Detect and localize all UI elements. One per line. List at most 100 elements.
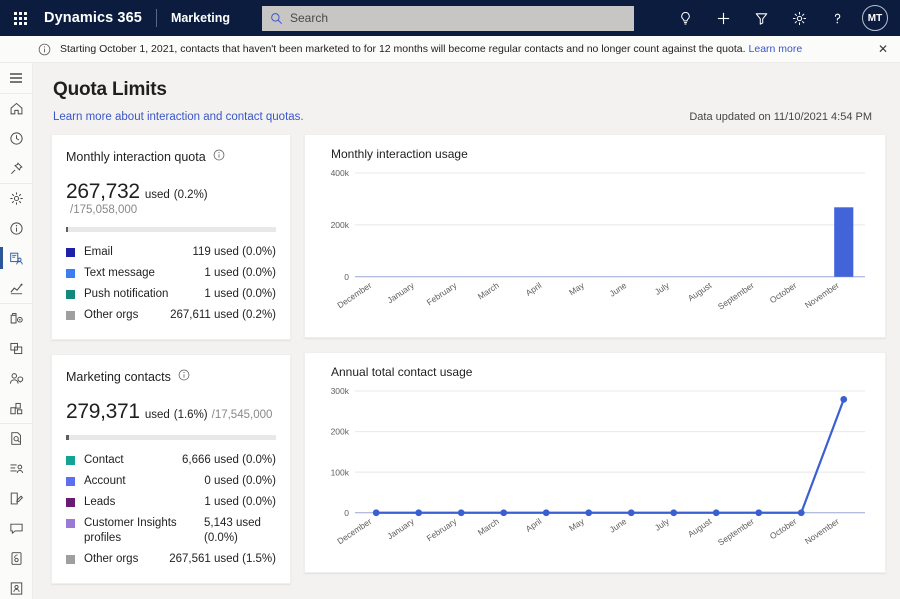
sidebar-item-pinned[interactable] <box>0 153 33 183</box>
search-container: Search <box>230 6 666 31</box>
sidebar-item-quotas[interactable] <box>0 243 33 273</box>
list-item: Contact 6,666 used (0.0%) <box>66 450 276 471</box>
app-launcher-icon[interactable] <box>0 0 40 36</box>
svg-text:October: October <box>768 280 799 305</box>
phone-push-icon <box>9 551 24 566</box>
sidebar-item-settings[interactable] <box>0 183 33 213</box>
marketing-contacts-card: Marketing contacts 279,371 <box>51 354 291 584</box>
svg-text:February: February <box>425 280 459 308</box>
legend-label: Leads <box>84 495 204 510</box>
page-subheader: Learn more about interaction and contact… <box>51 101 886 134</box>
svg-text:June: June <box>608 516 629 535</box>
lightbulb-icon[interactable] <box>666 0 704 36</box>
info-icon[interactable] <box>178 368 190 386</box>
legend-swatch <box>66 519 75 528</box>
quotas-learn-more-link[interactable]: Learn more about interaction and contact… <box>53 111 304 123</box>
contact-quota-icon <box>9 251 24 266</box>
legend-swatch <box>66 456 75 465</box>
sidebar-item-accounts[interactable] <box>0 393 33 423</box>
app-window: Dynamics 365 Marketing Search <box>0 0 900 599</box>
brand-title[interactable]: Dynamics 365 <box>40 10 142 26</box>
dashboard-grid: Monthly interaction quota 267,732 <box>51 134 886 584</box>
legend-swatch <box>66 311 75 320</box>
sidebar-item-marketing-forms[interactable] <box>0 453 33 483</box>
app-name-label[interactable]: Marketing <box>171 11 230 25</box>
legend-value: 1 used (0.0%) <box>204 266 276 281</box>
list-item: Email 119 used (0.0%) <box>66 242 276 263</box>
brand-divider <box>156 9 157 27</box>
svg-text:February: February <box>425 515 459 543</box>
svg-text:300k: 300k <box>331 386 350 396</box>
list-item: Other orgs 267,561 used (1.5%) <box>66 549 276 570</box>
search-placeholder: Search <box>290 11 328 25</box>
notification-bar: Starting October 1, 2021, contacts that … <box>0 36 900 63</box>
data-updated-label: Data updated on 11/10/2021 4:54 PM <box>689 111 886 123</box>
list-item: Account 0 used (0.0%) <box>66 471 276 492</box>
quota-used-value: 267,732 <box>66 180 140 204</box>
contacts-progress-fill <box>66 435 69 440</box>
page-title: Quota Limits <box>51 63 886 101</box>
legend-label: Other orgs <box>84 552 169 567</box>
sidebar-item-recent[interactable] <box>0 123 33 153</box>
sidebar-item-marketing-emails[interactable] <box>0 483 33 513</box>
gear-icon <box>9 191 24 206</box>
info-icon <box>38 43 51 56</box>
sidebar-item-overview[interactable] <box>0 213 33 243</box>
search-icon <box>270 12 283 25</box>
search-input[interactable]: Search <box>262 6 634 31</box>
gear-icon[interactable] <box>780 0 818 36</box>
sidebar-item-home[interactable] <box>0 93 33 123</box>
form-person-icon <box>9 461 24 476</box>
legend-value: 0 used (0.0%) <box>204 474 276 489</box>
svg-text:July: July <box>653 515 672 532</box>
legend-value-line1: 5,143 used <box>204 517 261 529</box>
card-header: Marketing contacts <box>52 355 290 386</box>
legend-label: Account <box>84 474 204 489</box>
plus-icon[interactable] <box>704 0 742 36</box>
sidebar-item-customer-voice[interactable] <box>0 573 33 599</box>
sidebar-item-push-notifications[interactable] <box>0 543 33 573</box>
quota-cards-column: Monthly interaction quota 267,732 <box>51 134 291 584</box>
svg-text:November: November <box>803 280 841 310</box>
page-search-icon <box>9 431 24 446</box>
info-icon[interactable] <box>213 148 225 166</box>
legend-swatch <box>66 290 75 299</box>
sidebar-item-leads[interactable] <box>0 363 33 393</box>
segments-icon <box>9 341 24 356</box>
notification-learn-more-link[interactable]: Learn more <box>749 43 803 55</box>
list-item: Customer Insights profiles 5,143 used (0… <box>66 513 276 549</box>
chart-plot-area: 0200k400kDecemberJanuaryFebruaryMarchApr… <box>319 161 871 329</box>
sidebar-item-segments[interactable] <box>0 333 33 363</box>
sidebar-item-marketing-pages[interactable] <box>0 423 33 453</box>
contacts-usage-summary: 279,371 used (1.6%) /17,545,000 <box>52 386 290 424</box>
svg-text:April: April <box>524 516 544 534</box>
sidebar-item-text-messages[interactable] <box>0 513 33 543</box>
legend-label: Contact <box>84 453 182 468</box>
svg-text:June: June <box>608 280 629 299</box>
avatar[interactable]: MT <box>862 5 888 31</box>
card-title: Marketing contacts <box>66 370 171 384</box>
legend-label: Text message <box>84 266 204 281</box>
svg-text:100k: 100k <box>331 467 350 477</box>
notification-text: Starting October 1, 2021, contacts that … <box>60 43 746 55</box>
leads-icon <box>9 371 24 386</box>
close-icon[interactable]: ✕ <box>878 43 888 55</box>
pin-icon <box>9 161 24 176</box>
help-icon[interactable] <box>818 0 856 36</box>
bar-chart: 0200k400kDecemberJanuaryFebruaryMarchApr… <box>319 161 871 329</box>
contacts-progress-bar <box>66 435 276 440</box>
list-item: Leads 1 used (0.0%) <box>66 492 276 513</box>
survey-icon <box>9 581 24 596</box>
svg-text:April: April <box>524 280 544 298</box>
accounts-icon <box>9 401 24 416</box>
filter-icon[interactable] <box>742 0 780 36</box>
quota-progress-fill <box>66 227 68 232</box>
sidebar-item-site-map[interactable] <box>0 63 33 93</box>
quota-total-value: /175,058,000 <box>70 204 137 216</box>
clock-icon <box>9 131 24 146</box>
sidebar-item-customer-journeys[interactable] <box>0 303 33 333</box>
sidebar-item-analytics[interactable] <box>0 273 33 303</box>
home-icon <box>9 101 24 116</box>
legend-value: 267,561 used (1.5%) <box>169 552 276 567</box>
legend-label: Other orgs <box>84 308 170 323</box>
